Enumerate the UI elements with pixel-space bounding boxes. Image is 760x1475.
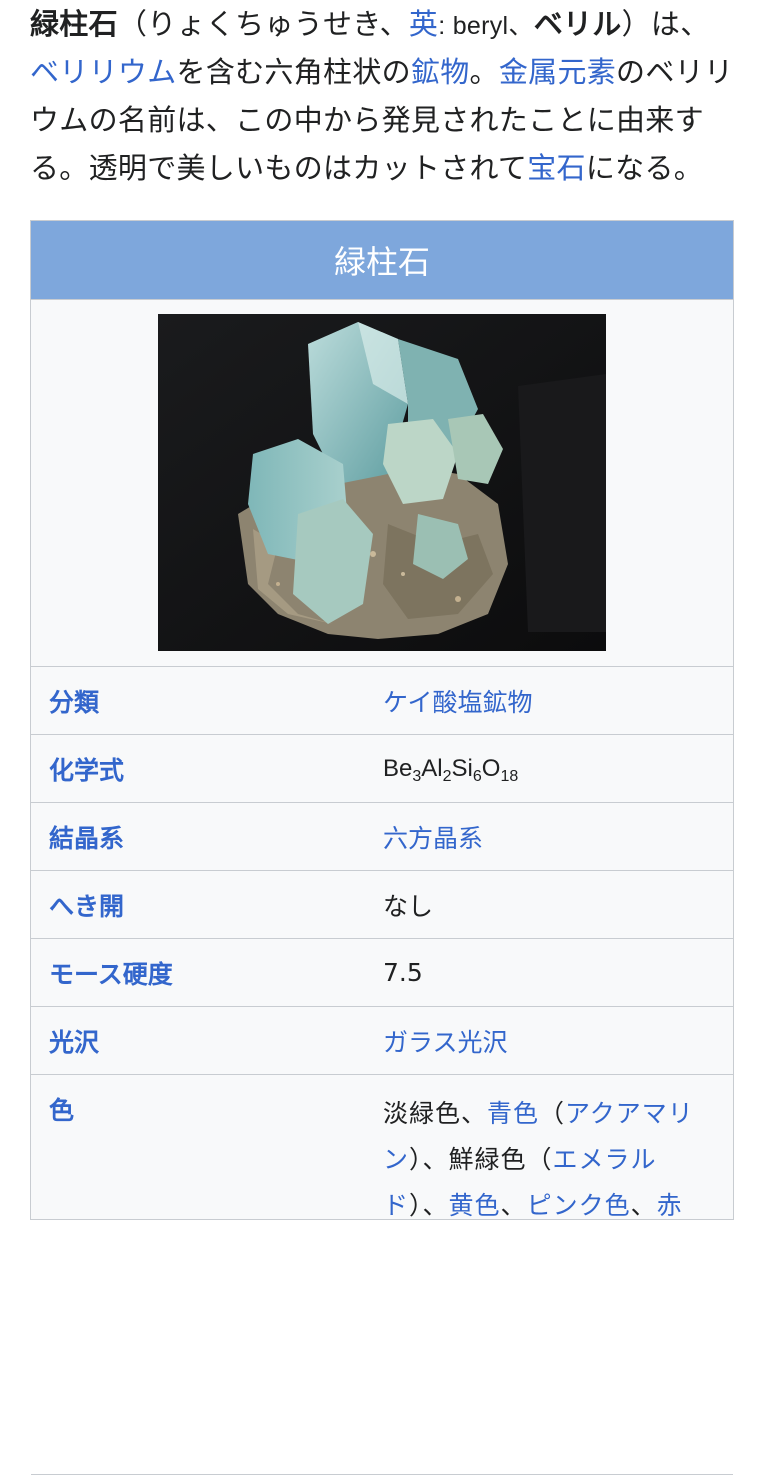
infobox-row-cleavage: へき開 なし — [31, 871, 733, 939]
row-label[interactable]: モース硬度 — [31, 955, 383, 991]
color-text: ）、鮮緑色（ — [409, 1145, 553, 1174]
infobox-row-formula: 化学式 Be3Al2Si6O18 — [31, 735, 733, 803]
intro-line-3: ウムの名前は、この中から発見されたことに由来す — [30, 103, 704, 137]
intro-text: になる。 — [585, 151, 704, 185]
intro-tail: ）は、 — [621, 7, 710, 41]
formula-al-count: 2 — [442, 767, 452, 785]
mineral-photo[interactable] — [158, 314, 606, 651]
row-label[interactable]: 化学式 — [31, 751, 383, 787]
formula-be: Be — [383, 754, 413, 782]
aquamarine-link-cont[interactable]: ン — [383, 1145, 409, 1174]
infobox-row-color: 色 淡緑色、青色（アクアマリ ン）、鮮緑色（エメラル ド）、黄色、ピンク色、赤 — [31, 1075, 733, 1475]
infobox: 緑柱石 分類 ケイ酸塩鉱物 化学式 Be3Al2Si6O18 結晶系 六方晶系 … — [30, 220, 734, 1475]
reading-text: （りょくちゅうせき、 — [117, 7, 409, 41]
row-label[interactable]: 分類 — [31, 683, 383, 719]
row-label[interactable]: 光沢 — [31, 1023, 383, 1059]
pink-link[interactable]: ピンク色 — [527, 1191, 631, 1220]
formula-si-count: 6 — [472, 767, 482, 785]
english-link[interactable]: 英 — [409, 7, 438, 41]
infobox-row-crystal-system: 結晶系 六方晶系 — [31, 803, 733, 871]
intro-line-2: ベリリウムを含む六角柱状の鉱物。金属元素のベリリ — [30, 48, 734, 96]
emerald-link[interactable]: エメラル — [553, 1145, 657, 1174]
beryllium-link[interactable]: ベリリウム — [30, 55, 177, 89]
row-label[interactable]: 結晶系 — [31, 819, 383, 855]
color-text: ）、 — [409, 1191, 449, 1220]
formula-al: Al — [421, 754, 443, 782]
color-text: 淡緑色、 — [383, 1099, 488, 1128]
aquamarine-link[interactable]: アクアマリ — [565, 1099, 694, 1128]
infobox-row-luster: 光沢 ガラス光沢 — [31, 1007, 733, 1075]
english-name: : beryl、 — [438, 12, 534, 40]
article-term: 緑柱石 — [30, 7, 118, 41]
formula-o-count: 18 — [500, 767, 519, 785]
infobox-image-cell — [31, 300, 733, 667]
blue-link[interactable]: 青色 — [487, 1099, 539, 1128]
infobox-row-hardness: モース硬度 7.5 — [31, 939, 733, 1007]
yellow-link[interactable]: 黄色 — [449, 1191, 501, 1220]
intro-text: のベリリ — [616, 55, 734, 89]
infobox-row-classification: 分類 ケイ酸塩鉱物 — [31, 667, 733, 735]
alt-name: ベリル — [533, 7, 622, 41]
formula-si: Si — [451, 754, 473, 782]
row-label[interactable]: 色 — [31, 1075, 383, 1127]
chemical-formula: Be3Al2Si6O18 — [383, 754, 733, 785]
intro-line-1: 緑柱石（りょくちゅうせき、英: beryl、ベリル）は、 — [30, 0, 730, 48]
intro-text: 。 — [469, 55, 499, 89]
article-intro: 緑柱石（りょくちゅうせき、英: beryl、ベリル）は、 ベリリウムを含む六角柱… — [30, 0, 734, 192]
emerald-link-cont[interactable]: ド — [383, 1191, 409, 1220]
crystal-system-link[interactable]: 六方晶系 — [383, 819, 733, 855]
color-text: 、 — [630, 1191, 657, 1220]
mineral-link[interactable]: 鉱物 — [411, 55, 470, 89]
red-link[interactable]: 赤 — [657, 1191, 683, 1220]
intro-text: を含む六角柱状の — [176, 55, 411, 89]
cleavage-value: なし — [383, 891, 434, 921]
color-text: （ — [539, 1099, 566, 1128]
hardness-value: 7.5 — [383, 958, 423, 987]
color-text: 、 — [500, 1191, 527, 1220]
infobox-title: 緑柱石 — [31, 221, 733, 300]
classification-link[interactable]: ケイ酸塩鉱物 — [383, 683, 733, 719]
color-value: 淡緑色、青色（アクアマリ ン）、鮮緑色（エメラル ド）、黄色、ピンク色、赤 — [383, 1075, 733, 1229]
row-label[interactable]: へき開 — [31, 887, 383, 923]
gem-link[interactable]: 宝石 — [527, 151, 586, 185]
luster-link[interactable]: ガラス光沢 — [383, 1023, 733, 1059]
formula-o: O — [481, 754, 501, 782]
intro-text: る。透明で美しいものはカットされて — [30, 151, 528, 185]
formula-be-count: 3 — [412, 767, 422, 785]
intro-line-4: る。透明で美しいものはカットされて宝石になる。 — [30, 144, 730, 192]
metal-element-link[interactable]: 金属元素 — [499, 55, 616, 89]
